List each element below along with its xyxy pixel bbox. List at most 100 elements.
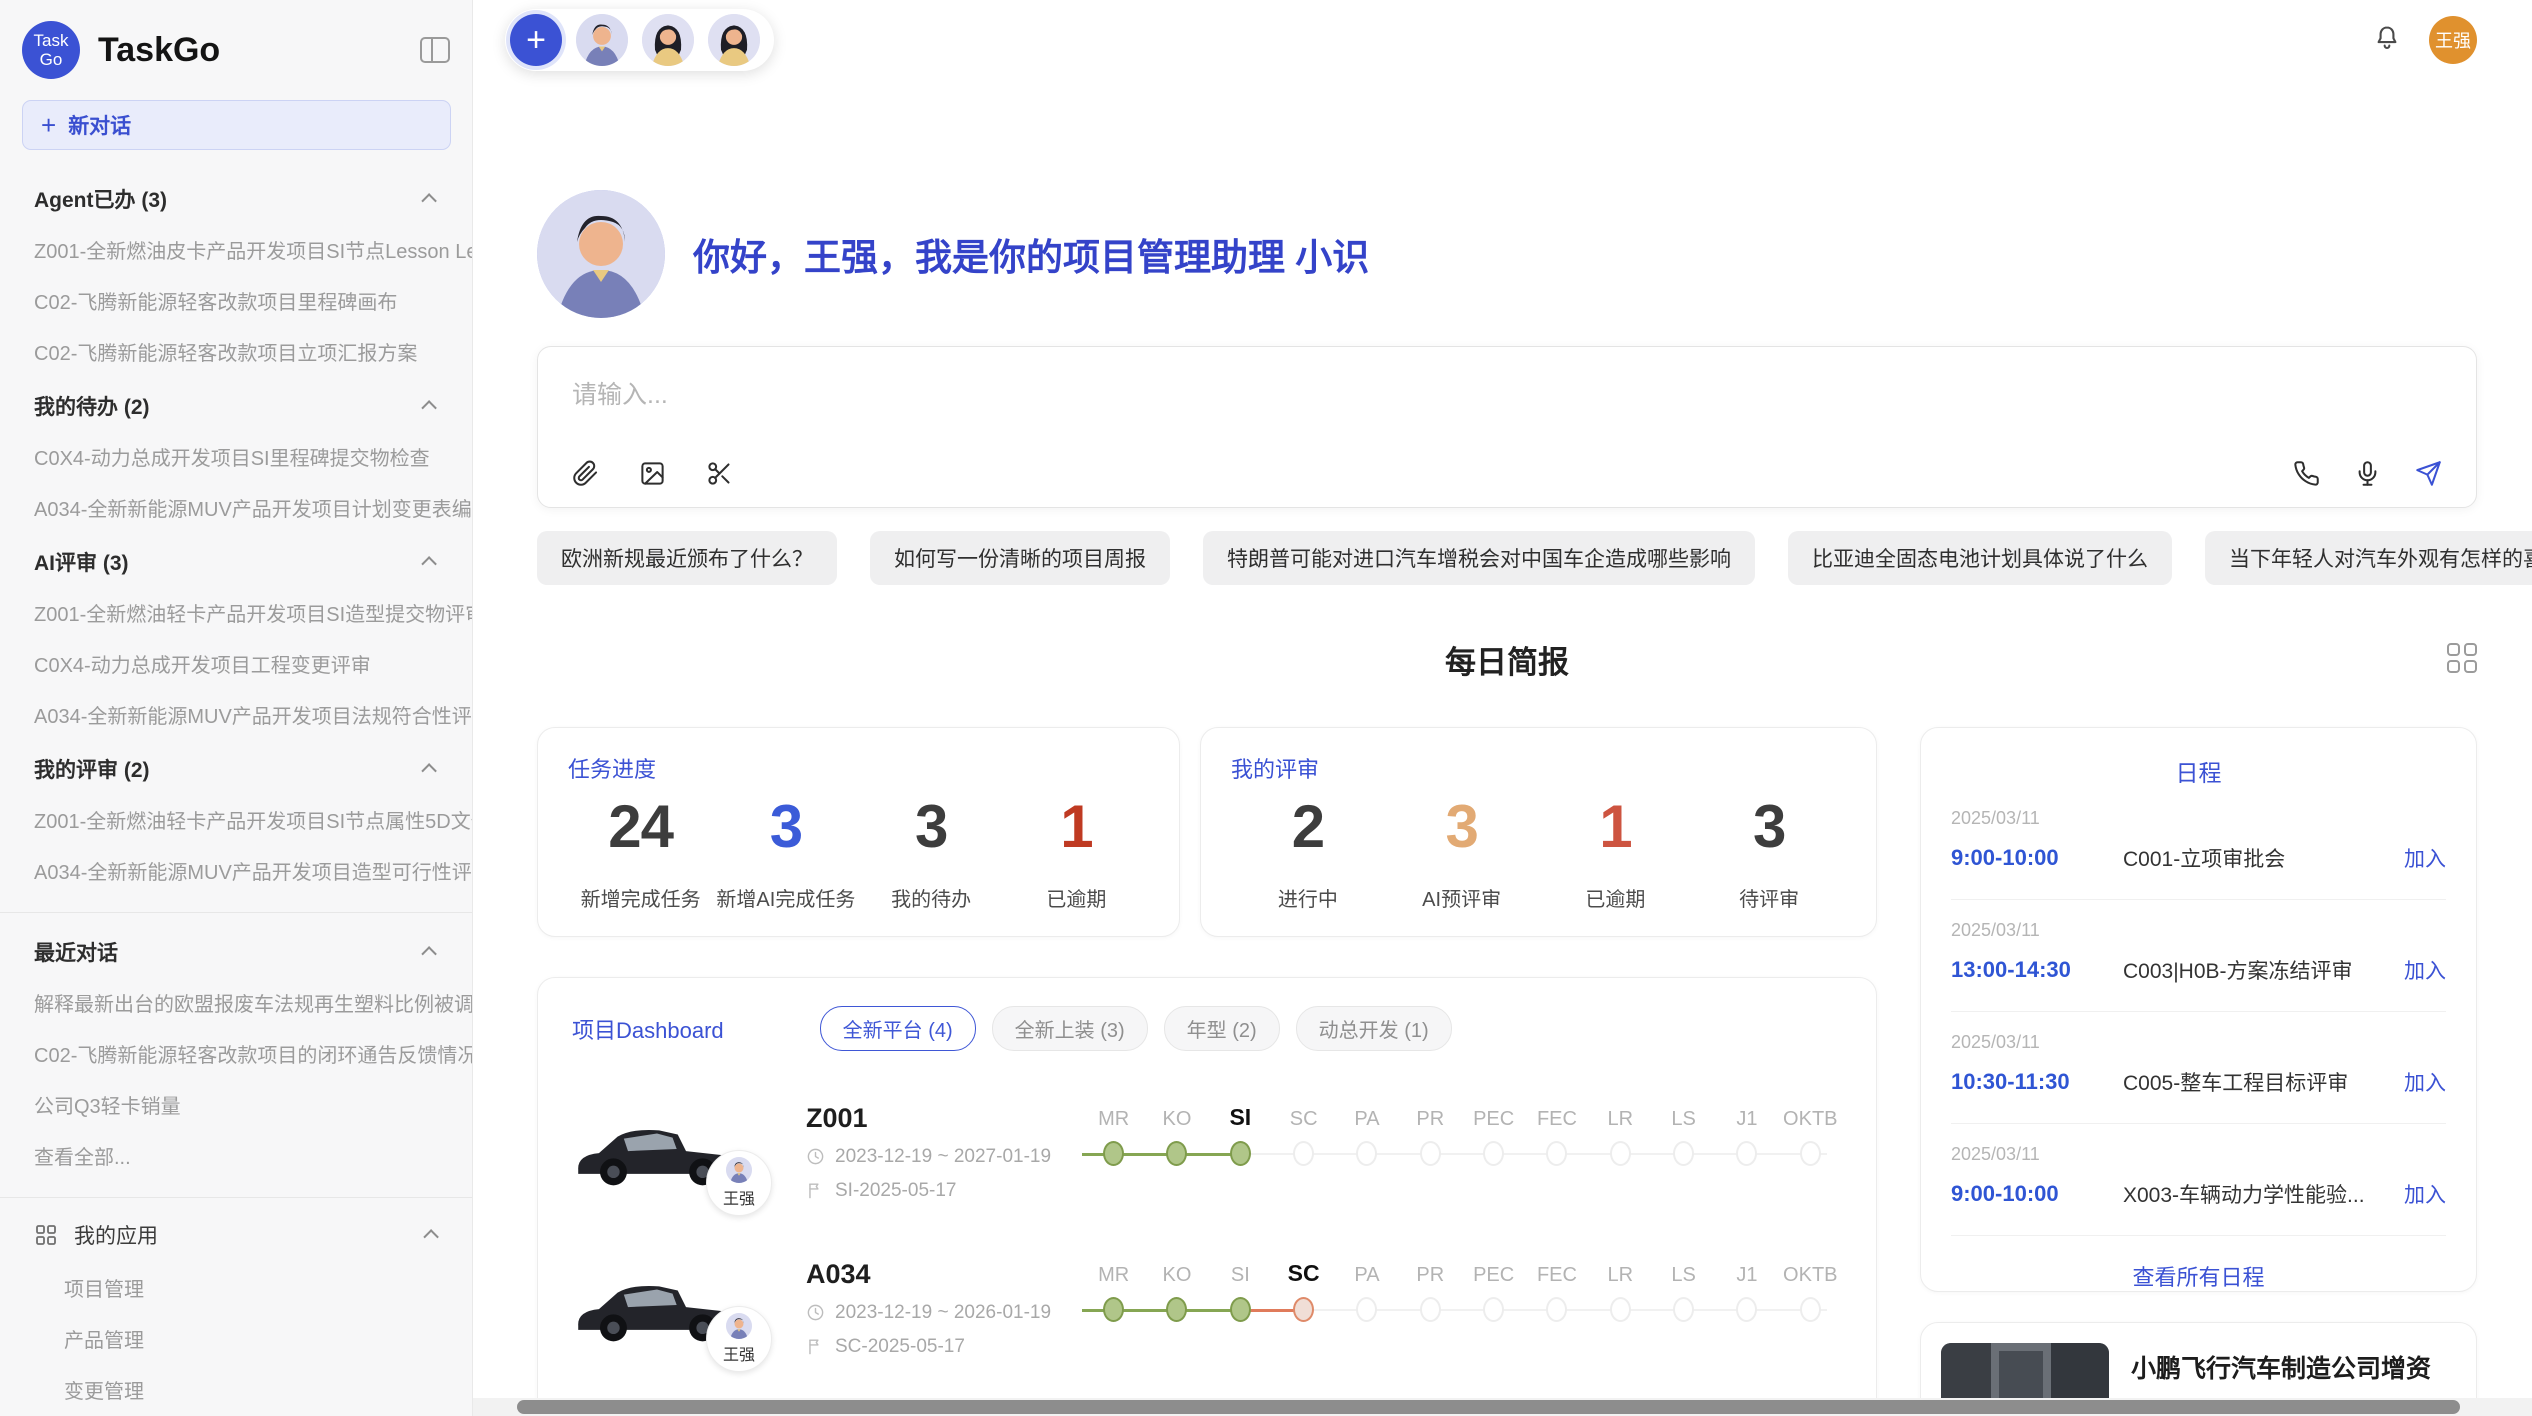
chat-input-box[interactable]: 请输入... xyxy=(537,346,2477,508)
insert-image-button[interactable] xyxy=(639,460,666,487)
conversation-avatar[interactable] xyxy=(576,14,628,66)
tab-powertrain[interactable]: 动总开发 (1) xyxy=(1296,1006,1452,1051)
sidebar-item-product-mgmt[interactable]: 产品管理 xyxy=(0,1313,472,1364)
section-title: 我的评审 (2) xyxy=(34,754,150,784)
sidebar-item[interactable]: C0X4-动力总成开发项目SI里程碑提交物检查 xyxy=(0,431,472,482)
milestone-label: SI xyxy=(1229,1097,1251,1131)
sidebar-item[interactable]: C02-飞腾新能源轻客改款项目里程碑画布 xyxy=(0,275,472,326)
sidebar-item[interactable]: 公司Q3轻卡销量 xyxy=(0,1079,472,1130)
conversation-avatar[interactable] xyxy=(642,14,694,66)
send-button[interactable] xyxy=(2415,460,2442,487)
tab-new-platform[interactable]: 全新平台 (4) xyxy=(820,1006,976,1051)
daily-briefing-header: 每日简报 xyxy=(537,637,2477,683)
sidebar-item-project-mgmt[interactable]: 项目管理 xyxy=(0,1262,472,1313)
owner-avatar xyxy=(726,1157,752,1183)
sidebar-collapse-icon[interactable] xyxy=(420,37,450,63)
greeting-text: 你好，王强，我是你的项目管理助理 小识 xyxy=(693,227,1369,281)
sidebar-section-agent-done[interactable]: Agent已办 (3) xyxy=(0,170,472,224)
sidebar-item[interactable]: C02-飞腾新能源轻客改款项目立项汇报方案 xyxy=(0,326,472,377)
attach-file-button[interactable] xyxy=(572,460,599,487)
input-tools-right xyxy=(2293,460,2442,487)
event-date: 2025/03/11 xyxy=(1951,1032,2446,1053)
tab-new-upfit[interactable]: 全新上装 (3) xyxy=(992,1006,1148,1051)
sidebar-item[interactable]: Z001-全新燃油轻卡产品开发项目SI节点属性5D文件评审 xyxy=(0,794,472,845)
sidebar-view-all-chats[interactable]: 查看全部... xyxy=(0,1130,472,1181)
sidebar-item-change-mgmt[interactable]: 变更管理 xyxy=(0,1364,472,1415)
main-content: 你好，王强，我是你的项目管理助理 小识 请输入... xyxy=(473,190,2532,1416)
milestone-label: PEC xyxy=(1473,1097,1514,1131)
sidebar-item[interactable]: C0X4-动力总成开发项目工程变更评审 xyxy=(0,638,472,689)
section-title: 我的待办 (2) xyxy=(34,391,150,421)
suggestion-chip[interactable]: 比亚迪全固态电池计划具体说了什么 xyxy=(1788,531,2172,585)
milestone-label: OKTB xyxy=(1783,1253,1837,1287)
owner-name: 王强 xyxy=(723,1341,755,1365)
new-chat-button[interactable]: + 新对话 xyxy=(22,100,451,150)
chevron-up-icon xyxy=(423,1229,439,1245)
tab-model-year[interactable]: 年型 (2) xyxy=(1164,1006,1280,1051)
event-title: C001-立项审批会 xyxy=(2123,843,2404,873)
app-window: TaskGo TaskGo + 新对话 Agent已办 (3) Z001-全新燃… xyxy=(0,0,2532,1416)
sidebar-section-ai-review[interactable]: AI评审 (3) xyxy=(0,533,472,587)
conversation-avatar[interactable] xyxy=(708,14,760,66)
sidebar-item[interactable]: 解释最新出台的欧盟报废车法规再生塑料比例被调至15%... xyxy=(0,977,472,1028)
project-row-z001[interactable]: 王强 Z001 2023-12-19 ~ 2027-01-19 xyxy=(572,1097,1842,1207)
suggestion-chip[interactable]: 当下年轻人对汽车外观有怎样的喜好趋势 xyxy=(2205,531,2532,585)
sidebar-item[interactable]: Z001-全新燃油皮卡产品开发项目SI节点Lesson Learn报告 xyxy=(0,224,472,275)
join-meeting-link[interactable]: 加入 xyxy=(2404,955,2446,985)
card-title: 我的评审 xyxy=(1231,752,1846,784)
join-meeting-link[interactable]: 加入 xyxy=(2404,1179,2446,1209)
sidebar-section-my-todo[interactable]: 我的待办 (2) xyxy=(0,377,472,431)
layout-grid-icon[interactable] xyxy=(2447,643,2477,673)
schedule-card: 日程 2025/03/11 9:00-10:00 C001-立项审批会 加入 2… xyxy=(1920,727,2477,1292)
sidebar-item[interactable]: A034-全新新能源MUV产品开发项目法规符合性评审 xyxy=(0,689,472,740)
stat-value: 3 xyxy=(713,792,858,861)
send-icon xyxy=(2415,460,2442,487)
voice-call-button[interactable] xyxy=(2293,460,2320,487)
sidebar-item-my-apps[interactable]: 我的应用 xyxy=(0,1208,472,1262)
chevron-up-icon xyxy=(421,400,437,416)
add-conversation-button[interactable]: + xyxy=(510,14,562,66)
event-title: C003|H0B-方案冻结评审 xyxy=(2123,955,2404,985)
milestone-dot xyxy=(1103,1297,1124,1322)
app-logo: TaskGo xyxy=(22,21,80,79)
milestone-dot xyxy=(1230,1141,1251,1166)
task-progress-card: 任务进度 24 新增完成任务 3 新增AI完成任务 xyxy=(537,727,1180,937)
project-dates: 2023-12-19 ~ 2027-01-19 xyxy=(806,1146,1082,1168)
milestone-label: FEC xyxy=(1537,1097,1577,1131)
project-row-a034[interactable]: 王强 A034 2023-12-19 ~ 2026-01-19 xyxy=(572,1253,1842,1363)
schedule-event: 2025/03/11 10:30-11:30 C005-整车工程目标评审 加入 xyxy=(1951,1012,2446,1124)
milestone-label: PR xyxy=(1416,1097,1444,1131)
sidebar-item[interactable]: Z001-全新燃油轻卡产品开发项目SI造型提交物评审 xyxy=(0,587,472,638)
suggestion-chip[interactable]: 欧洲新规最近颁布了什么？ xyxy=(537,531,837,585)
sidebar-section-recent-chats[interactable]: 最近对话 xyxy=(0,923,472,977)
milestone-label: MR xyxy=(1098,1253,1129,1287)
milestone-dot xyxy=(1546,1141,1567,1166)
screenshot-button[interactable] xyxy=(706,460,733,487)
join-meeting-link[interactable]: 加入 xyxy=(2404,843,2446,873)
section-title: 最近对话 xyxy=(34,937,118,967)
microphone-button[interactable] xyxy=(2354,460,2381,487)
horizontal-scrollbar-thumb[interactable] xyxy=(517,1400,2460,1414)
milestone-dot xyxy=(1673,1297,1694,1322)
view-all-schedule-link[interactable]: 查看所有日程 xyxy=(1951,1260,2446,1292)
chevron-up-icon xyxy=(421,193,437,209)
sidebar-section-my-review[interactable]: 我的评审 (2) xyxy=(0,740,472,794)
suggestion-chip[interactable]: 特朗普可能对进口汽车增税会对中国车企造成哪些影响 xyxy=(1203,531,1755,585)
stat-label: 我的待办 xyxy=(859,883,1004,912)
suggestion-chips: 欧洲新规最近颁布了什么？ 如何写一份清晰的项目周报 特朗普可能对进口汽车增税会对… xyxy=(537,531,2477,585)
milestone-dot xyxy=(1293,1141,1314,1166)
stat-label: 进行中 xyxy=(1231,883,1385,912)
suggestion-chip[interactable]: 如何写一份清晰的项目周报 xyxy=(870,531,1170,585)
sidebar-item[interactable]: A034-全新新能源MUV产品开发项目造型可行性评审 xyxy=(0,845,472,896)
horizontal-scrollbar-track[interactable] xyxy=(473,1398,2532,1416)
milestone-label: KO xyxy=(1163,1253,1192,1287)
join-meeting-link[interactable]: 加入 xyxy=(2404,1067,2446,1097)
sidebar-item[interactable]: C02-飞腾新能源轻客改款项目的闭环通告反馈情况 xyxy=(0,1028,472,1079)
project-info: Z001 2023-12-19 ~ 2027-01-19 SI-2025-05-… xyxy=(792,1103,1082,1202)
user-avatar[interactable]: 王强 xyxy=(2429,16,2477,64)
notifications-bell-icon[interactable] xyxy=(2373,24,2401,57)
stat: 3 AI预评审 xyxy=(1385,792,1539,912)
sidebar-item[interactable]: A034-全新新能源MUV产品开发项目计划变更表编写 xyxy=(0,482,472,533)
milestone-dot xyxy=(1230,1297,1251,1322)
stat-label: 已逾期 xyxy=(1539,883,1693,912)
